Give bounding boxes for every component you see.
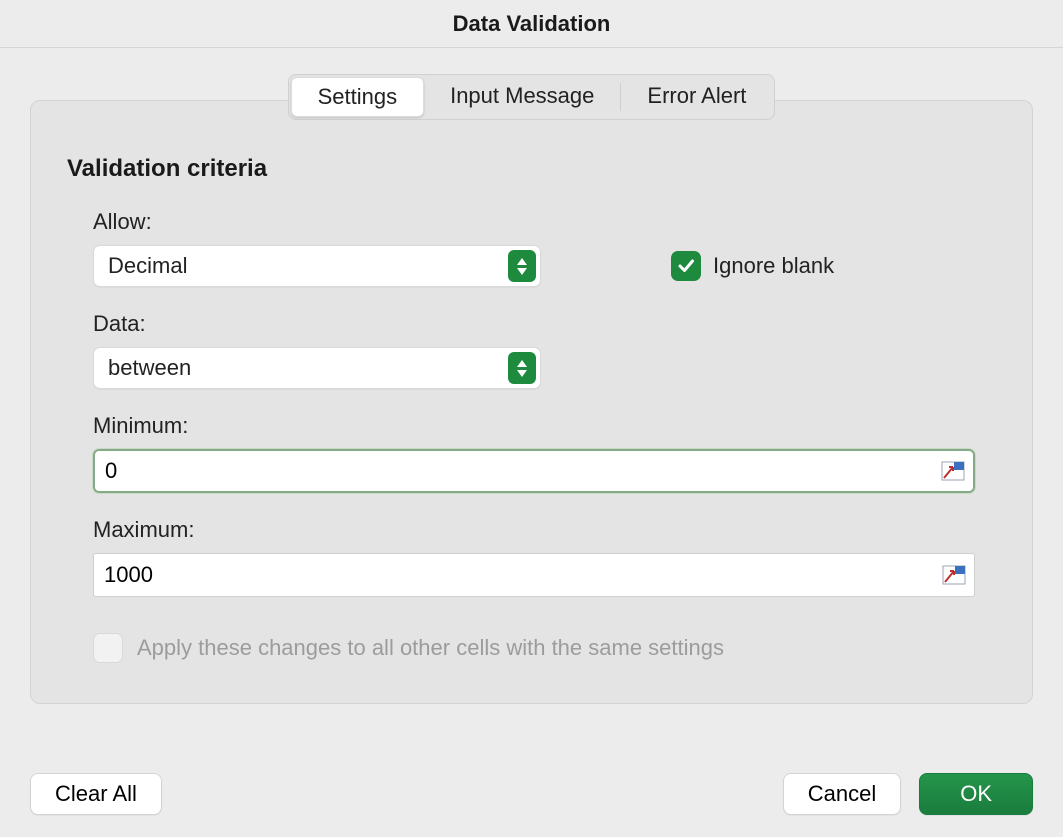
tabs: Settings Input Message Error Alert (288, 74, 776, 120)
tab-input-message[interactable]: Input Message (424, 77, 620, 117)
data-select[interactable]: between (93, 347, 541, 389)
settings-panel: Validation criteria Allow: Decimal Ignor… (30, 100, 1033, 704)
minimum-label: Minimum: (93, 413, 996, 439)
ok-button[interactable]: OK (919, 773, 1033, 815)
maximum-input[interactable] (104, 562, 940, 588)
tab-error-alert[interactable]: Error Alert (621, 77, 772, 117)
clear-all-button[interactable]: Clear All (30, 773, 162, 815)
maximum-row: Maximum: (67, 517, 996, 597)
dialog-footer: Clear All Cancel OK (0, 773, 1063, 815)
minimum-input[interactable] (105, 458, 939, 484)
apply-all-label: Apply these changes to all other cells w… (137, 635, 724, 661)
ignore-blank-checkbox[interactable] (671, 251, 701, 281)
up-down-icon (508, 352, 536, 384)
range-picker-icon[interactable] (940, 563, 968, 587)
apply-all-checkbox (93, 633, 123, 663)
allow-label: Allow: (93, 209, 996, 235)
maximum-label: Maximum: (93, 517, 996, 543)
range-picker-icon[interactable] (939, 459, 967, 483)
apply-all-row: Apply these changes to all other cells w… (93, 633, 996, 663)
ignore-blank-label: Ignore blank (713, 253, 834, 279)
allow-value: Decimal (108, 253, 508, 279)
section-title: Validation criteria (67, 155, 996, 183)
up-down-icon (508, 250, 536, 282)
data-label: Data: (93, 311, 996, 337)
dialog-title: Data Validation (453, 11, 611, 37)
cancel-button[interactable]: Cancel (783, 773, 901, 815)
minimum-row: Minimum: (67, 413, 996, 493)
allow-select[interactable]: Decimal (93, 245, 541, 287)
data-value: between (108, 355, 508, 381)
tabs-container: Settings Input Message Error Alert (0, 74, 1063, 120)
check-icon (676, 256, 696, 276)
dialog-titlebar: Data Validation (0, 0, 1063, 48)
tab-settings[interactable]: Settings (291, 77, 425, 117)
data-row: Data: between (67, 311, 996, 389)
allow-row: Allow: Decimal Ignore blank (67, 209, 996, 287)
minimum-input-container (93, 449, 975, 493)
maximum-input-container (93, 553, 975, 597)
